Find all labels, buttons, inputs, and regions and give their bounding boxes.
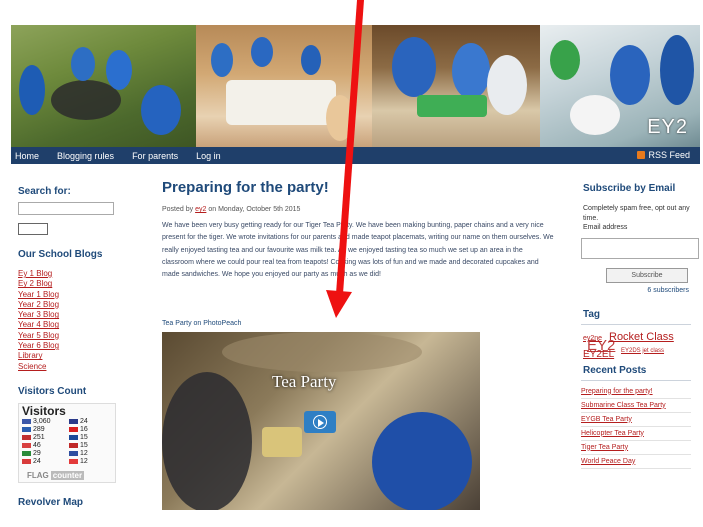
recent-post-link[interactable]: Helicopter Tea Party [581,429,691,438]
banner-photo-painting: EY2 [540,25,700,147]
visitor-row: 29 [22,450,41,457]
tag-cloud: ey2ne Rocket Class EY2 EY2EL EY2DS jet c… [577,331,703,363]
blog-link-year1[interactable]: Year 1 Blog [18,290,134,300]
nav-home[interactable]: Home [15,151,39,161]
visitor-row: 24 [69,418,88,425]
post-meta: Posted by ey2 on Monday, October 5th 201… [162,206,301,213]
search-button[interactable] [18,223,48,235]
play-icon [313,415,327,429]
subscribe-description: Completely spam free, opt out any time. … [583,205,690,231]
rss-label: RSS Feed [648,150,690,160]
tag-ey2el[interactable]: EY2EL [583,349,614,360]
video-title: Tea Party [272,372,337,391]
main-nav: Home Blogging rules For parents Log in R… [11,147,700,164]
visitor-row: 12 [69,458,88,465]
subscribe-button[interactable]: Subscribe [606,267,688,283]
blog-link-ey1[interactable]: Ey 1 Blog [18,269,134,279]
subscriber-count: 6 subscribers [647,286,689,294]
visitor-row: 15 [69,442,88,449]
tag-rocket-class[interactable]: Rocket Class [609,331,674,343]
school-blogs-list: Ey 1 Blog Ey 2 Blog Year 1 Blog Year 2 B… [18,269,134,372]
flag-icon [22,426,31,432]
play-button[interactable] [304,411,336,433]
post-body: We have been very busy getting ready for… [162,222,554,279]
flag-icon [22,418,31,424]
email-field[interactable] [581,237,699,259]
flag-icon [69,458,78,464]
flag-icon [22,442,31,448]
visitor-row: 46 [22,442,41,449]
flag-counter-widget[interactable]: Visitors 3,060 289 251 46 29 24 24 16 15… [18,402,116,483]
flag-icon [69,434,78,440]
rss-feed-link[interactable]: RSS Feed [637,150,690,160]
recent-divider [581,379,691,381]
header-banner: EY2 [11,25,700,147]
blog-link-ey2[interactable]: Ey 2 Blog [18,279,134,289]
revolver-map-heading: Revolver Map [18,496,84,508]
recent-posts-list: Preparing for the party! Submarine Class… [581,385,691,469]
recent-posts-heading: Recent Posts [583,364,647,376]
visitor-row: 3,060 [22,418,51,425]
ey2-badge: EY2 [647,116,688,138]
search-input[interactable] [18,202,114,215]
rss-icon [637,151,646,159]
visitors-widget-title: Visitors [22,403,66,418]
post-article: Preparing for the party! Posted by ey2 o… [162,179,557,281]
flag-icon [22,450,31,456]
recent-post-link[interactable]: Tiger Tea Party [581,443,691,452]
nav-blogging-rules[interactable]: Blogging rules [57,151,114,161]
banner-photo-children-playing [372,25,540,147]
subscribe-heading: Subscribe by Email [583,183,676,194]
visitor-row: 289 [22,426,45,433]
search-heading: Search for: [18,186,71,197]
banner-photo-outdoor-play [11,25,196,147]
blog-link-science[interactable]: Science [18,362,134,372]
flag-icon [22,434,31,440]
flag-counter-logo: FLAG counter [27,470,85,480]
flag-icon [69,426,78,432]
visitor-row: 16 [69,426,88,433]
recent-post-link[interactable]: World Peace Day [581,457,691,466]
banner-photo-classroom-table [196,25,372,147]
flag-icon [69,418,78,424]
blog-link-year6[interactable]: Year 6 Blog [18,341,134,351]
flag-icon [69,450,78,456]
blog-link-year4[interactable]: Year 4 Blog [18,320,134,330]
visitors-count-heading: Visitors Count [18,385,87,397]
visitor-row: 24 [22,458,41,465]
visitor-row: 12 [69,450,88,457]
blog-link-year5[interactable]: Year 5 Blog [18,331,134,341]
arrow-head [326,290,352,318]
left-sidebar: Search for: Our School Blogs Ey 1 Blog E… [14,172,134,511]
blog-link-year2[interactable]: Year 2 Blog [18,300,134,310]
recent-post-link[interactable]: EYGB Tea Party [581,415,691,424]
nav-for-parents[interactable]: For parents [132,151,178,161]
photopeach-link[interactable]: Tea Party on PhotoPeach [162,320,241,327]
post-title[interactable]: Preparing for the party! [162,179,557,196]
flag-icon [69,442,78,448]
post-author-link[interactable]: ey2 [195,206,206,213]
blog-link-year3[interactable]: Year 3 Blog [18,310,134,320]
tag-heading: Tag [583,308,601,320]
visitor-row: 15 [69,434,88,441]
slideshow-video[interactable]: Tea Party [162,332,480,510]
blog-link-library[interactable]: Library [18,351,134,361]
tag-ey2ds-jet-class[interactable]: EY2DS jet class [621,348,664,354]
tag-divider [581,323,691,325]
right-sidebar: Subscribe by Email Completely spam free,… [577,183,703,469]
recent-post-link[interactable]: Preparing for the party! [581,387,691,396]
flag-icon [22,458,31,464]
visitor-row: 251 [22,434,45,441]
recent-post-link[interactable]: Submarine Class Tea Party [581,401,691,410]
nav-log-in[interactable]: Log in [196,151,221,161]
school-blogs-heading: Our School Blogs [18,249,103,260]
